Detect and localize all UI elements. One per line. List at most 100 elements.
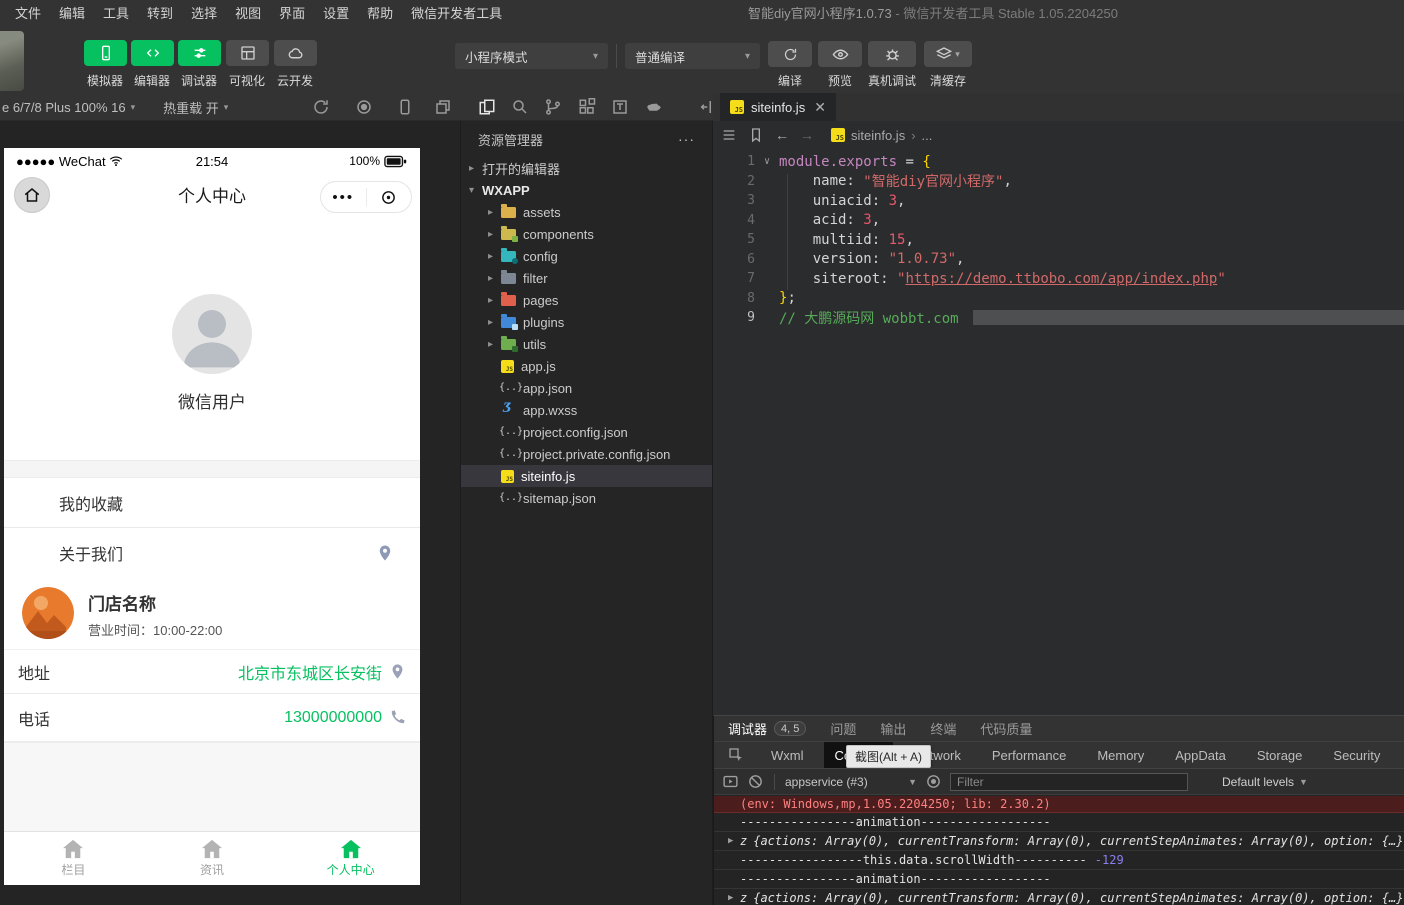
- explorer-item[interactable]: ▸ assets: [461, 201, 712, 223]
- explorer-item[interactable]: project.config.json: [461, 421, 712, 443]
- menu-item[interactable]: 设置: [314, 0, 358, 28]
- menu-item[interactable]: 微信开发者工具: [402, 0, 511, 28]
- menu-item[interactable]: 工具: [94, 0, 138, 28]
- restart-icon[interactable]: [312, 98, 330, 116]
- code-line[interactable]: 5 multiid: 15,: [713, 230, 1404, 250]
- explorer-item[interactable]: ▸ plugins: [461, 311, 712, 333]
- more-menu-button[interactable]: •••: [321, 189, 366, 206]
- expand-arrow-icon[interactable]: [728, 797, 740, 799]
- menu-item[interactable]: 视图: [226, 0, 270, 28]
- twisty-icon[interactable]: ▸: [488, 339, 501, 350]
- explorer-item[interactable]: app.js: [461, 355, 712, 377]
- info-row[interactable]: 地址 北京市东城区长安街: [4, 650, 420, 694]
- explorer-item[interactable]: siteinfo.js: [461, 465, 712, 487]
- about-us-row[interactable]: 关于我们: [4, 528, 420, 578]
- inspect-element-icon[interactable]: [720, 742, 752, 768]
- show-sidebar-icon[interactable]: [722, 773, 739, 790]
- code-line[interactable]: 3 uniacid: 3,: [713, 191, 1404, 211]
- explorer-item[interactable]: project.private.config.json: [461, 443, 712, 465]
- search-icon[interactable]: [511, 98, 529, 116]
- code-area[interactable]: 1∨module.exports = {2 name: "智能diy官网小程序"…: [713, 149, 1404, 328]
- editor-toggle-button[interactable]: [131, 40, 174, 66]
- fold-chevron-icon[interactable]: ∨: [755, 156, 779, 167]
- log-levels-select[interactable]: Default levels ▼: [1222, 775, 1308, 789]
- explorer-item[interactable]: ▸ utils: [461, 333, 712, 355]
- info-row[interactable]: 电话 13000000000: [4, 694, 420, 742]
- forward-arrow-icon[interactable]: →: [800, 127, 814, 143]
- menu-item[interactable]: 编辑: [50, 0, 94, 28]
- remote-debug-button[interactable]: [868, 41, 916, 67]
- menu-item[interactable]: 转到: [138, 0, 182, 28]
- expand-arrow-icon[interactable]: [728, 853, 740, 855]
- debugger-tab[interactable]: 调试器 4, 5: [728, 719, 806, 738]
- clear-cache-button[interactable]: ▾: [924, 41, 972, 67]
- extensions-icon[interactable]: [578, 98, 596, 116]
- menu-item[interactable]: 帮助: [358, 0, 402, 28]
- explorer-item[interactable]: ▸ config: [461, 245, 712, 267]
- twisty-icon[interactable]: ▸: [488, 317, 501, 328]
- code-line[interactable]: 7 siteroot: "https://demo.ttbobo.com/app…: [713, 269, 1404, 289]
- code-line[interactable]: 8};: [713, 289, 1404, 309]
- compile-button[interactable]: [768, 41, 812, 67]
- outline-list-icon[interactable]: [721, 127, 737, 143]
- explorer-item[interactable]: ▸ components: [461, 223, 712, 245]
- git-branch-icon[interactable]: [544, 98, 562, 116]
- favorites-row[interactable]: 我的收藏: [4, 478, 420, 528]
- tab-bar-item[interactable]: 资讯: [143, 832, 282, 885]
- twisty-icon[interactable]: ▾: [469, 185, 482, 196]
- twisty-icon[interactable]: ▸: [488, 229, 501, 240]
- tab-bar-item[interactable]: 个人中心: [281, 832, 420, 885]
- expand-arrow-icon[interactable]: ▶: [728, 891, 740, 903]
- code-line[interactable]: 1∨module.exports = {: [713, 152, 1404, 172]
- menu-item[interactable]: 界面: [270, 0, 314, 28]
- preview-button[interactable]: [818, 41, 862, 67]
- menu-item[interactable]: 选择: [182, 0, 226, 28]
- twisty-icon[interactable]: ▸: [488, 273, 501, 284]
- breadcrumb-more[interactable]: ...: [922, 128, 933, 143]
- tab-bar-item[interactable]: 栏目: [4, 832, 143, 885]
- code-line[interactable]: 4 acid: 3,: [713, 211, 1404, 231]
- back-arrow-icon[interactable]: ←: [775, 127, 789, 143]
- expand-arrow-icon[interactable]: ▶: [728, 834, 740, 846]
- clear-console-icon[interactable]: [747, 773, 764, 790]
- npm-package-icon[interactable]: [611, 98, 629, 116]
- cloud-dev-button[interactable]: [274, 40, 317, 66]
- record-stop-icon[interactable]: [355, 98, 373, 116]
- twisty-icon[interactable]: ▸: [488, 207, 501, 218]
- debugger-tab[interactable]: 终端: [930, 719, 956, 738]
- explorer-item[interactable]: ▸ pages: [461, 289, 712, 311]
- debugger-tab[interactable]: 输出: [880, 719, 906, 738]
- explorer-item[interactable]: app.wxss: [461, 399, 712, 421]
- explorer-item[interactable]: app.json: [461, 377, 712, 399]
- compile-mode-select[interactable]: 普通编译 ▾: [625, 43, 760, 69]
- debugger-tab[interactable]: 问题: [830, 719, 856, 738]
- twisty-icon[interactable]: ▸: [488, 251, 501, 262]
- explorer-item[interactable]: sitemap.json: [461, 487, 712, 509]
- devtools-tab[interactable]: AppData: [1164, 742, 1237, 768]
- code-line[interactable]: 6 version: "1.0.73",: [713, 250, 1404, 270]
- store-card[interactable]: 门店名称 营业时间：10:00-22:00: [4, 578, 420, 650]
- avatar[interactable]: [172, 294, 252, 374]
- explorer-item[interactable]: ▾ WXAPP: [461, 179, 712, 201]
- files-explorer-icon[interactable]: [478, 98, 496, 116]
- device-select[interactable]: e 6/7/8 Plus 100% 16: [2, 100, 126, 115]
- hot-reload-toggle[interactable]: 热重载 开: [163, 98, 219, 117]
- breadcrumb-file[interactable]: siteinfo.js: [851, 128, 905, 143]
- tab-siteinfo-js[interactable]: siteinfo.js ✕: [720, 93, 836, 121]
- devtools-tab[interactable]: Security: [1322, 742, 1391, 768]
- twisty-icon[interactable]: ▸: [469, 163, 482, 174]
- multi-window-icon[interactable]: [434, 98, 452, 116]
- code-line[interactable]: 2 name: "智能diy官网小程序",: [713, 172, 1404, 192]
- mode-select[interactable]: 小程序模式 ▾: [455, 43, 608, 69]
- devtools-tab[interactable]: Storage: [1246, 742, 1314, 768]
- debugger-tab[interactable]: 代码质量: [980, 719, 1032, 738]
- explorer-item[interactable]: ▸ 打开的编辑器: [461, 157, 712, 179]
- bookmark-icon[interactable]: [748, 127, 764, 143]
- debugger-toggle-button[interactable]: [178, 40, 221, 66]
- console-eye-icon[interactable]: [925, 773, 942, 790]
- more-actions-icon[interactable]: ···: [678, 131, 695, 147]
- code-line[interactable]: 9// 大鹏源码网 wobbt.com: [713, 308, 1404, 328]
- home-button[interactable]: [14, 177, 50, 213]
- explorer-item[interactable]: ▸ filter: [461, 267, 712, 289]
- expand-arrow-icon[interactable]: [728, 815, 740, 817]
